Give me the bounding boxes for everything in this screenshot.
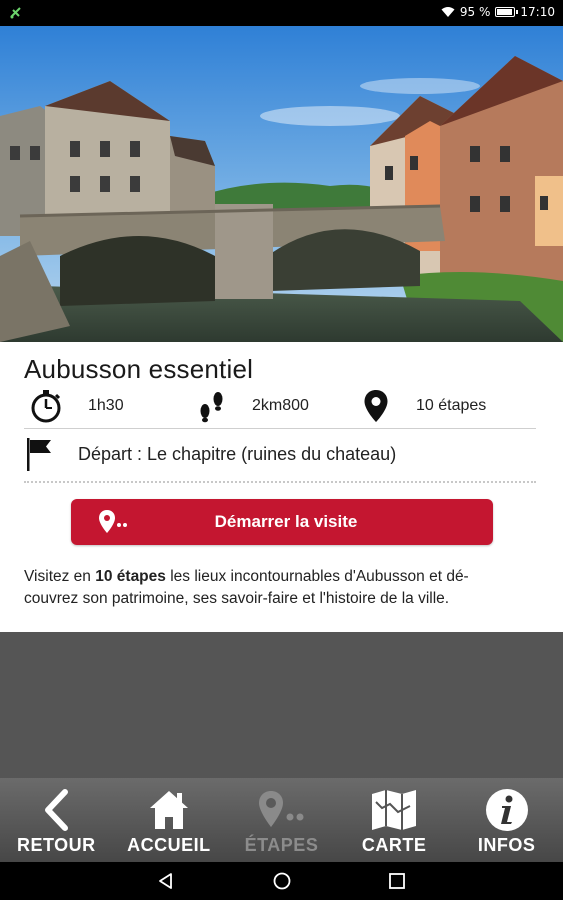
description-text: les lieux incontournables d'Aubusson et … <box>165 568 469 585</box>
nav-label: INFOS <box>477 835 536 855</box>
departure-text: Départ : Le chapitre (ruines du chateau) <box>78 443 397 464</box>
description-highlight: 10 étapes <box>95 568 166 585</box>
battery-percent: 95 % <box>459 5 491 19</box>
duration-stat: 1h30 <box>28 386 124 426</box>
distance-stat: 2km800 <box>194 386 309 426</box>
empty-area <box>0 632 563 778</box>
nav-etapes[interactable]: ÉTAPES <box>225 778 338 862</box>
nav-accueil[interactable]: ACCUEIL <box>113 778 226 862</box>
description-text: couvrez son patrimoine, ses savoir-faire… <box>24 590 450 607</box>
start-visit-button[interactable]: Démarrer la visite <box>71 499 493 545</box>
departure-row: Départ : Le chapitre (ruines du chateau) <box>24 434 544 474</box>
tour-description: Visitez en 10 étapes les lieux incontour… <box>24 566 544 610</box>
location-pin-icon <box>358 388 394 424</box>
battery-icon <box>495 7 519 17</box>
tour-title: Aubusson essentiel <box>24 354 254 384</box>
pin-dots-icon <box>99 510 127 533</box>
status-bar: 95 % 17:10 <box>0 0 563 26</box>
nav-carte[interactable]: CARTE <box>338 778 451 862</box>
dotted-divider <box>24 481 536 483</box>
map-icon <box>369 787 419 833</box>
distance-value: 2km800 <box>252 397 309 414</box>
stopwatch-icon <box>28 388 64 424</box>
nav-label: ACCUEIL <box>127 835 211 855</box>
divider <box>24 428 536 429</box>
home-icon <box>144 787 194 833</box>
tour-stats: 1h30 2km800 10 étapes <box>22 386 542 426</box>
flag-icon <box>27 438 51 471</box>
nav-label: RETOUR <box>16 835 96 855</box>
home-circle-icon[interactable] <box>273 872 291 890</box>
start-visit-label: Démarrer la visite <box>214 512 358 531</box>
bottom-nav: RETOUR ACCUEIL ÉTAPES CARTE INFOS <box>0 778 563 862</box>
duration-value: 1h30 <box>88 397 124 414</box>
back-triangle-icon[interactable] <box>157 872 175 890</box>
nav-label: CARTE <box>361 835 427 855</box>
chevron-left-icon <box>31 787 81 833</box>
tour-card: Aubusson essentiel 1h30 2km800 10 étapes… <box>0 342 563 632</box>
notification-icon <box>10 7 21 19</box>
description-text: Visitez en <box>24 568 96 585</box>
footsteps-icon <box>194 388 230 424</box>
nav-infos[interactable]: INFOS <box>450 778 563 862</box>
info-icon <box>482 787 532 833</box>
nav-label: ÉTAPES <box>244 835 319 855</box>
hero-photo <box>0 26 563 342</box>
pin-dots-icon <box>256 787 306 833</box>
nav-retour[interactable]: RETOUR <box>0 778 113 862</box>
steps-value: 10 étapes <box>416 397 487 414</box>
wifi-icon <box>441 7 455 17</box>
recents-square-icon[interactable] <box>388 872 406 890</box>
steps-stat: 10 étapes <box>358 386 486 426</box>
system-nav-bar <box>0 862 563 900</box>
clock: 17:10 <box>520 5 555 19</box>
